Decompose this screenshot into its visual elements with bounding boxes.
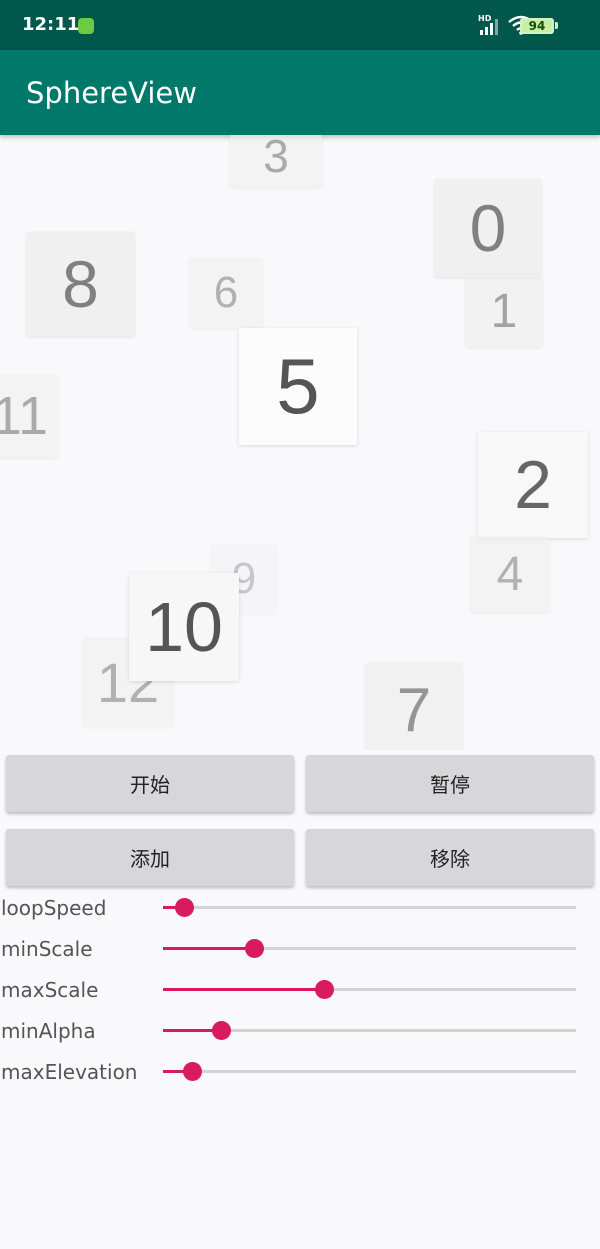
- app-bar: SphereView: [0, 50, 600, 135]
- min-alpha-slider[interactable]: [163, 1021, 576, 1040]
- battery-tip: [555, 22, 558, 29]
- sphere-tag[interactable]: 10: [129, 573, 239, 681]
- sphere-tag[interactable]: 4: [471, 537, 549, 612]
- sphere-tag[interactable]: 3: [230, 135, 322, 187]
- start-button[interactable]: 开始: [6, 755, 294, 812]
- app-title: SphereView: [26, 76, 197, 110]
- app-notification-icon: [78, 18, 94, 34]
- slider-label-max-elevation: maxElevation: [1, 1060, 138, 1084]
- loop-speed-slider[interactable]: [163, 898, 576, 917]
- sphere-tag[interactable]: 1: [466, 275, 542, 347]
- sphere-tag[interactable]: 7: [366, 663, 462, 750]
- max-scale-slider[interactable]: [163, 980, 576, 999]
- sphere-tag[interactable]: 5: [239, 328, 357, 445]
- slider-fill: [163, 988, 325, 991]
- slider-thumb[interactable]: [182, 1062, 202, 1081]
- sphere-tag[interactable]: 0: [435, 179, 541, 277]
- sphere-view[interactable]: 3 0 8 6 1 5 11 2 9 4 12 10 7: [0, 135, 600, 750]
- slider-thumb[interactable]: [211, 1021, 231, 1040]
- add-button[interactable]: 添加: [6, 829, 294, 886]
- slider-thumb[interactable]: [244, 939, 264, 958]
- sphere-tag[interactable]: 6: [190, 258, 262, 328]
- slider-label-max-scale: maxScale: [1, 978, 99, 1002]
- battery-icon: 94: [520, 18, 554, 34]
- max-elevation-slider[interactable]: [163, 1062, 576, 1081]
- slider-thumb[interactable]: [315, 980, 335, 999]
- sphere-tag[interactable]: 11: [0, 375, 58, 457]
- slider-thumb[interactable]: [174, 898, 194, 917]
- status-time: 12:11: [22, 14, 80, 35]
- slider-label-loop-speed: loopSpeed: [1, 896, 107, 920]
- remove-button[interactable]: 移除: [306, 829, 594, 886]
- pause-button[interactable]: 暂停: [306, 755, 594, 812]
- slider-label-min-scale: minScale: [1, 937, 93, 961]
- slider-label-min-alpha: minAlpha: [1, 1019, 96, 1043]
- status-bar: 12:11 HD 94: [0, 0, 600, 50]
- sphere-tag[interactable]: 2: [478, 432, 588, 538]
- sphere-tag[interactable]: 8: [27, 232, 134, 336]
- slider-fill: [163, 947, 254, 950]
- min-scale-slider[interactable]: [163, 939, 576, 958]
